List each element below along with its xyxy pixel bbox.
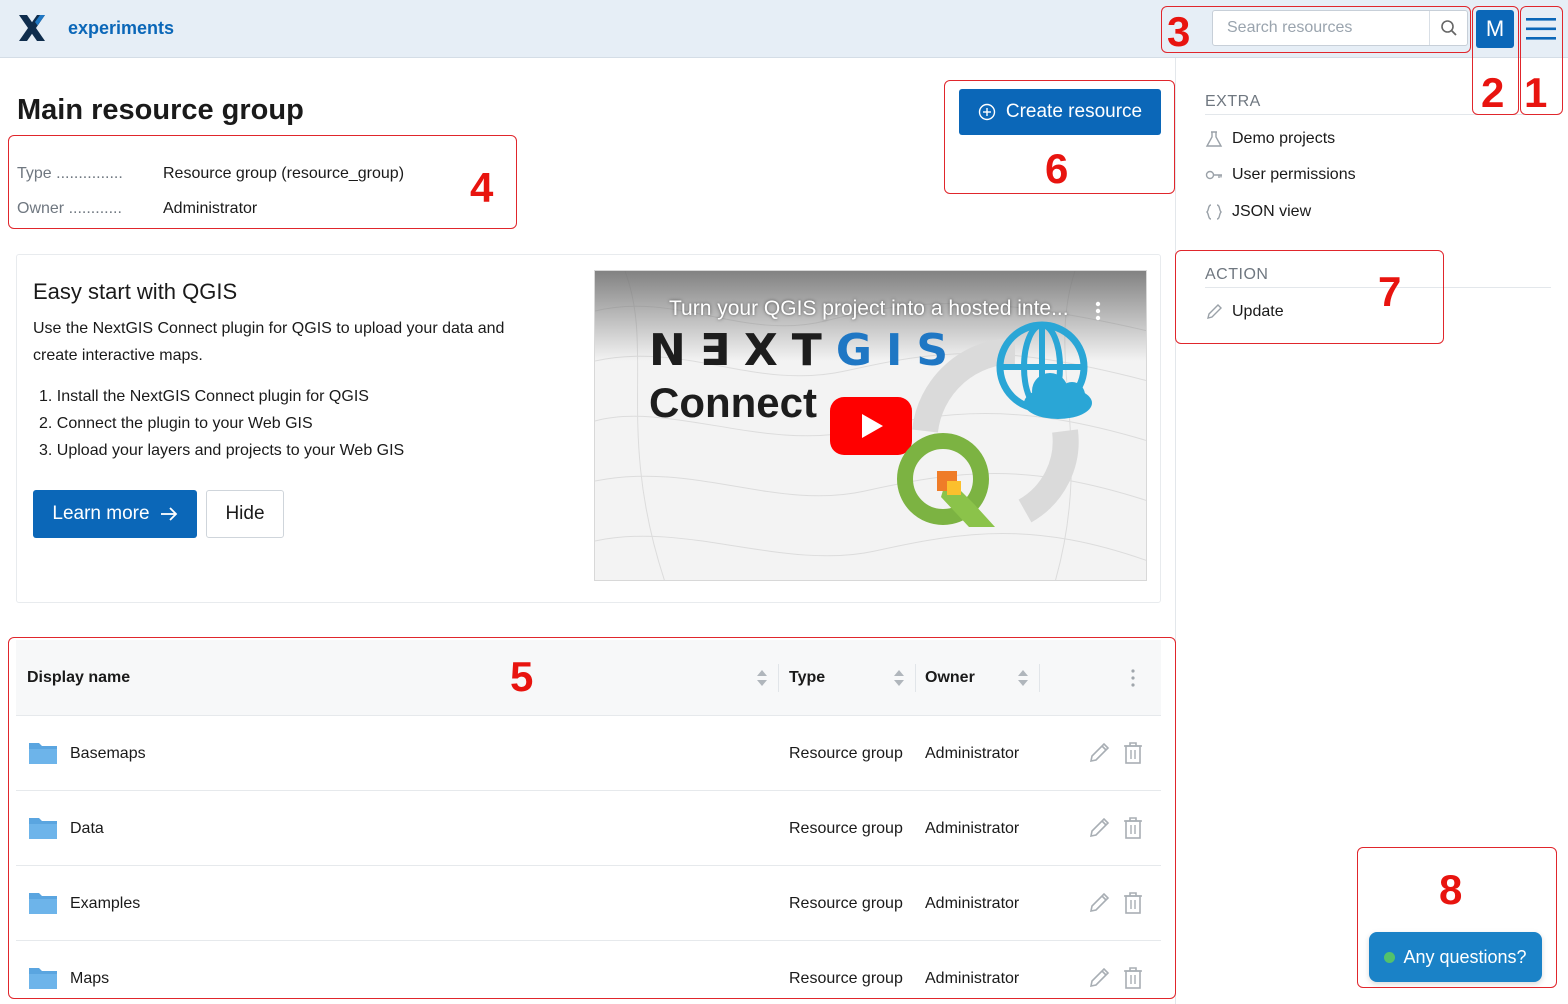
flask-icon <box>1205 131 1223 147</box>
video-title: Turn your QGIS project into a hosted int… <box>669 297 1069 320</box>
braces-icon <box>1206 204 1222 220</box>
annotation-box <box>1175 250 1444 344</box>
sidebar-item-label: Demo projects <box>1232 130 1336 147</box>
sidebar-item-demo-projects[interactable]: Demo projects <box>1205 127 1335 151</box>
annotation-box <box>8 135 517 229</box>
hide-button[interactable]: Hide <box>206 490 284 538</box>
promo-steps: 1. Install the NextGIS Connect plugin fo… <box>33 383 573 464</box>
sidebar-item-label: User permissions <box>1232 166 1356 183</box>
learn-more-button[interactable]: Learn more <box>33 490 197 538</box>
promo-step: 2. Connect the plugin to your Web GIS <box>39 415 313 432</box>
sidebar-item-label: JSON view <box>1232 203 1312 220</box>
globe-cloud-icon <box>996 321 1092 419</box>
page-title: Main resource group <box>17 94 304 126</box>
annotation-number: 7 <box>1378 268 1402 315</box>
nextgis-logo-icon[interactable] <box>16 12 48 44</box>
brand-right: GIS <box>835 325 963 376</box>
sidebar-item-json-view[interactable]: JSON view <box>1205 200 1311 224</box>
kebab-icon[interactable] <box>1095 301 1101 321</box>
promo-title: Easy start with QGIS <box>33 279 238 304</box>
annotation-number: 3 <box>1167 8 1191 55</box>
learn-more-label: Learn more <box>52 503 150 524</box>
key-icon <box>1205 170 1222 180</box>
sidebar-heading-extra: EXTRA <box>1205 93 1261 110</box>
video-subtitle: Connect <box>649 379 817 426</box>
promo-step: 1. Install the NextGIS Connect plugin fo… <box>39 388 369 405</box>
brand-left: N∃XT <box>649 325 836 376</box>
sidebar-item-user-permissions[interactable]: User permissions <box>1205 163 1356 187</box>
video-player[interactable]: Turn your QGIS project into a hosted int… <box>594 270 1147 581</box>
annotation-box <box>1161 6 1471 53</box>
annotation-number: 1 <box>1524 69 1548 116</box>
annotation-number: 6 <box>1045 145 1069 192</box>
annotation-number: 2 <box>1481 69 1505 116</box>
annotation-number: 5 <box>510 653 534 700</box>
annotation-box <box>8 637 1176 999</box>
promo-text: Use the NextGIS Connect plugin for QGIS … <box>33 320 505 364</box>
qgis-logo-icon <box>897 433 995 527</box>
annotation-number: 4 <box>470 164 494 211</box>
app-name[interactable]: experiments <box>68 18 174 39</box>
arrow-right-icon <box>160 507 177 521</box>
promo-step: 3. Upload your layers and projects to yo… <box>39 442 405 459</box>
video-brand: N∃XTGIS <box>649 325 962 376</box>
annotation-number: 8 <box>1439 866 1463 913</box>
qgis-promo-card: Easy start with QGIS Use the NextGIS Con… <box>16 254 1161 603</box>
